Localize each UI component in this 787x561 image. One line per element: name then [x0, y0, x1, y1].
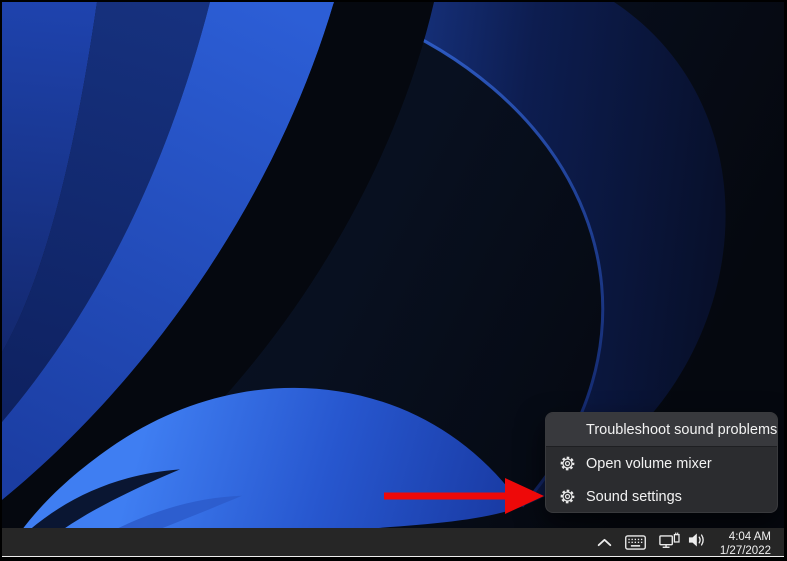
taskbar: 4:04 AM 1/27/2022 [2, 528, 784, 557]
touch-keyboard-icon[interactable] [624, 535, 646, 550]
sound-tray-context-menu: Troubleshoot sound problems Open volume … [545, 412, 778, 513]
screenshot-frame: Troubleshoot sound problems Open volume … [0, 0, 787, 561]
speaker-volume-icon [688, 532, 707, 553]
menu-item-open-volume-mixer[interactable]: Open volume mixer [546, 447, 777, 480]
menu-item-label: Open volume mixer [586, 455, 712, 472]
menu-item-label: Troubleshoot sound problems [586, 421, 778, 438]
menu-item-troubleshoot-sound-problems[interactable]: Troubleshoot sound problems [546, 413, 777, 446]
network-volume-group[interactable] [659, 532, 707, 554]
gear-icon [558, 455, 576, 473]
gear-icon [558, 488, 576, 506]
clock-time: 4:04 AM [728, 530, 771, 543]
system-tray: 4:04 AM 1/27/2022 [597, 528, 771, 557]
ethernet-network-icon [659, 532, 681, 554]
menu-item-sound-settings[interactable]: Sound settings [546, 480, 777, 512]
taskbar-clock[interactable]: 4:04 AM 1/27/2022 [720, 528, 771, 557]
menu-item-label: Sound settings [586, 488, 682, 505]
clock-date: 1/27/2022 [719, 544, 771, 557]
chevron-up-icon[interactable] [597, 538, 612, 547]
desktop: Troubleshoot sound problems Open volume … [2, 2, 784, 557]
